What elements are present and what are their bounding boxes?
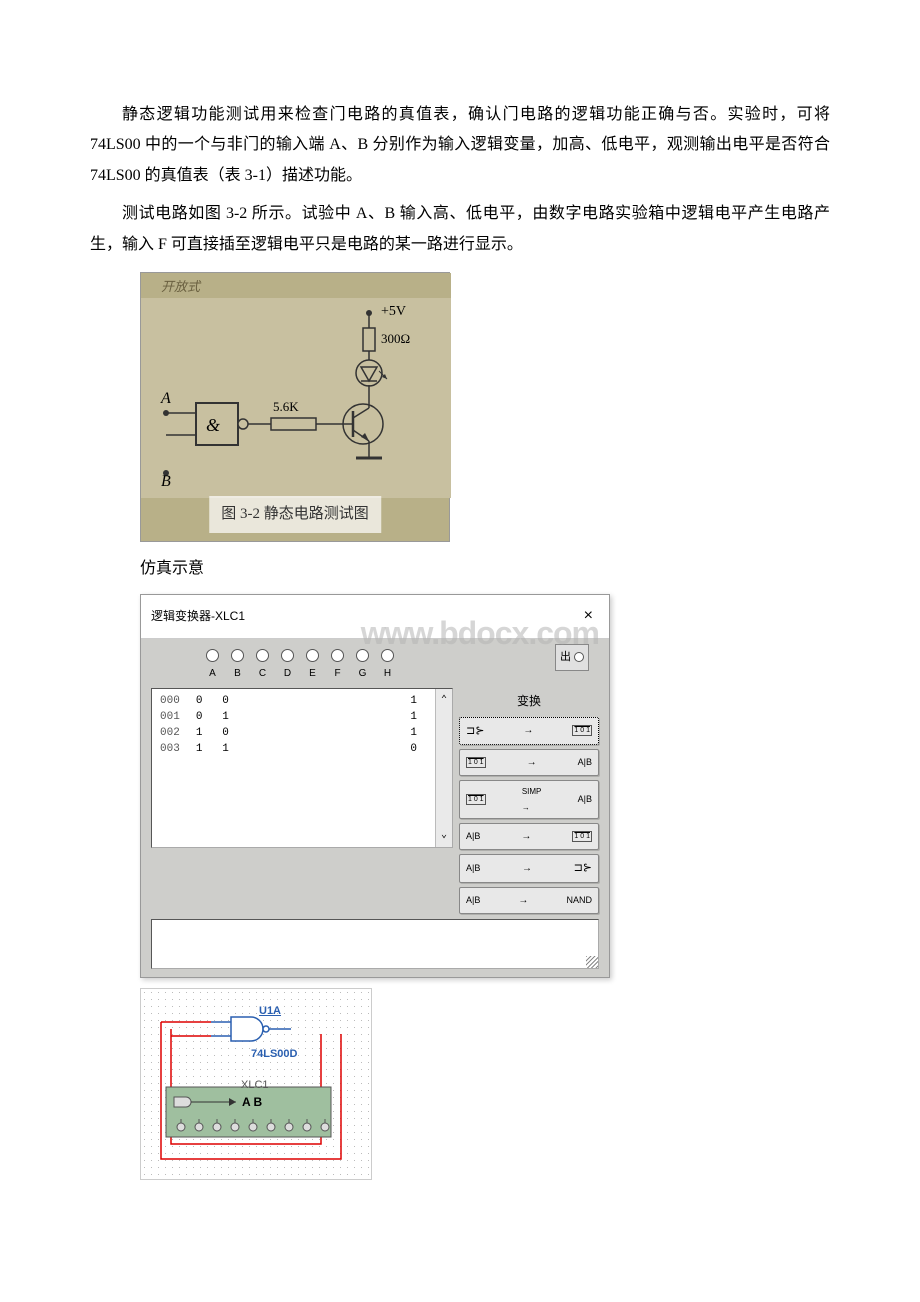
terminal-a[interactable]: A	[206, 649, 219, 683]
tt-row-ab: 0 0	[196, 693, 229, 709]
svg-text:B: B	[161, 473, 171, 490]
output-terminal[interactable]: 出	[555, 644, 589, 671]
body-paragraph-2: 测试电路如图 3-2 所示。试验中 A、B 输入高、低电平，由数字电路实验箱中逻…	[90, 199, 830, 260]
svg-text:+5V: +5V	[381, 304, 406, 319]
schematic-canvas: U1A 74LS00D XLC1 A B	[141, 989, 371, 1179]
close-icon[interactable]: ×	[578, 601, 599, 631]
truth-table-icon: 1 0 1	[466, 794, 486, 805]
svg-text:A B: A B	[242, 1095, 263, 1109]
simp-label: SIMP→	[522, 784, 542, 814]
circuit-diagram-svg: 开放式 & A B 5.6K	[141, 273, 451, 498]
circuit-photo: 开放式 & A B 5.6K	[140, 272, 450, 542]
circuit-photo-figure: 开放式 & A B 5.6K	[140, 272, 830, 542]
gate-icon: ⊐⊱	[466, 721, 484, 742]
terminal-c[interactable]: C	[256, 649, 269, 683]
simulation-heading: 仿真示意	[140, 554, 830, 584]
svg-text:300Ω: 300Ω	[381, 331, 410, 346]
expression-input[interactable]	[151, 919, 599, 969]
terminal-e[interactable]: E	[306, 649, 319, 683]
tt-row-out: 0	[410, 741, 417, 757]
expression-label: A|B	[578, 791, 592, 808]
terminal-d[interactable]: D	[281, 649, 294, 683]
truth-table-icon: 1 0 1	[466, 757, 486, 768]
truth-table-panel: 000 001 002 003 0 0 0 1 1 0 1 1 1 1 1 0	[151, 688, 453, 848]
convert-expr-to-circuit-button[interactable]: A|B → ⊐⊱	[459, 854, 599, 883]
arrow-right-icon: →	[523, 721, 533, 740]
component-ref-label: U1A	[259, 1001, 281, 1022]
window-title: 逻辑变换器-XLC1	[151, 605, 245, 628]
scroll-down-icon[interactable]: ⌄	[441, 826, 447, 845]
terminal-b[interactable]: B	[231, 649, 244, 683]
convert-table-simp-expr-button[interactable]: 1 0 1 SIMP→ A|B	[459, 780, 599, 818]
svg-text:开放式: 开放式	[161, 279, 202, 294]
tt-row-idx: 003	[160, 741, 180, 757]
arrow-right-icon: →	[521, 827, 531, 846]
tt-row-idx: 002	[160, 725, 180, 741]
expression-label: A|B	[466, 828, 480, 845]
tt-row-out: 1	[410, 693, 417, 709]
tt-row-ab: 0 1	[196, 709, 229, 725]
truth-table-icon: 1 0 1	[572, 725, 592, 736]
tt-row-ab: 1 1	[196, 741, 229, 757]
arrow-right-icon: →	[527, 753, 537, 772]
expression-label: A|B	[578, 754, 592, 771]
body-paragraph-1: 静态逻辑功能测试用来检查门电路的真值表，确认门电路的逻辑功能正确与否。实验时，可…	[90, 100, 830, 191]
output-terminal-section: 出	[555, 644, 589, 671]
arrow-right-icon: →	[518, 891, 528, 910]
nand-label: NAND	[566, 892, 592, 909]
convert-expr-to-table-button[interactable]: A|B → 1 0 1	[459, 823, 599, 850]
tt-row-idx: 001	[160, 709, 180, 725]
component-part-label: 74LS00D	[251, 1044, 297, 1065]
input-terminals: A B C D E F G H	[206, 649, 394, 683]
svg-text:5.6K: 5.6K	[273, 399, 299, 414]
truth-table-scrollbar[interactable]: ⌃ ⌄	[435, 689, 452, 847]
logic-converter-window: www.bdocx.com 逻辑变换器-XLC1 × A B C D E F G…	[140, 594, 610, 977]
window-titlebar: 逻辑变换器-XLC1 ×	[141, 595, 609, 638]
conversion-heading: 变换	[459, 688, 599, 717]
truth-table-icon: 1 0 1	[572, 831, 592, 842]
resize-grip-icon[interactable]	[586, 956, 598, 968]
tt-row-ab: 1 0	[196, 725, 229, 741]
gate-icon: ⊐⊱	[574, 858, 592, 879]
expression-label: A|B	[466, 892, 480, 909]
terminal-g[interactable]: G	[356, 649, 369, 683]
tt-row-idx: 000	[160, 693, 180, 709]
tt-row-out: 1	[410, 709, 417, 725]
expression-label: A|B	[466, 860, 480, 877]
terminal-h[interactable]: H	[381, 649, 394, 683]
arrow-right-icon: →	[522, 859, 532, 878]
tt-row-out: 1	[410, 725, 417, 741]
convert-expr-to-nand-button[interactable]: A|B → NAND	[459, 887, 599, 914]
figure-caption: 图 3-2 静态电路测试图	[209, 496, 381, 533]
convert-table-to-expr-button[interactable]: 1 0 1 → A|B	[459, 749, 599, 776]
instrument-label: XLC1	[241, 1075, 269, 1096]
scroll-up-icon[interactable]: ⌃	[441, 691, 447, 710]
svg-text:&: &	[206, 415, 220, 435]
schematic-figure: U1A 74LS00D XLC1 A B	[140, 988, 372, 1180]
terminal-f[interactable]: F	[331, 649, 344, 683]
conversion-panel: 变换 ⊐⊱ → 1 0 1 1 0 1 → A|B 1 0 1 SIMP→	[459, 688, 599, 914]
svg-text:A: A	[160, 390, 171, 407]
convert-circuit-to-table-button[interactable]: ⊐⊱ → 1 0 1	[459, 717, 599, 746]
